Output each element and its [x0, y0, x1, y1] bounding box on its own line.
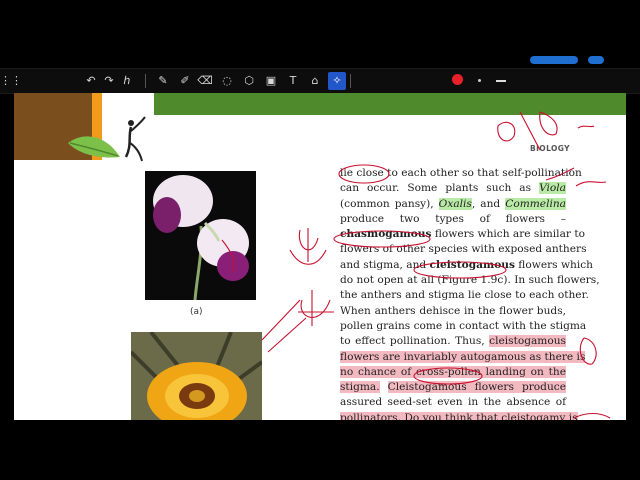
grip-icon[interactable]: ⋮⋮ [0, 72, 22, 90]
text-segment: (common pansy), [340, 197, 439, 210]
marker-icon[interactable]: ✐ [176, 72, 194, 90]
text-line: assured seed-set even in the absence of [340, 395, 566, 410]
page-tab-indicator[interactable] [530, 56, 578, 64]
redo-icon[interactable]: ↷ [100, 72, 118, 90]
figure-image-sweet-pea [145, 171, 256, 301]
toolbar-separator [145, 74, 146, 88]
text-segment: flowers of other species with exposed an… [340, 243, 587, 256]
header-green-band [154, 93, 626, 115]
text-line: to effect pollination. Thus, cleistogamo… [340, 334, 566, 349]
text-line: do not open at all (Figure 1.9c). In suc… [340, 273, 600, 288]
text-line: pollinators. Do you think that cleistoga… [340, 411, 578, 420]
image-icon[interactable]: ▣ [262, 72, 280, 90]
text-segment: flowers which [514, 258, 593, 271]
text-line: can occur. Some plants such as Viola [340, 181, 566, 196]
text-segment: the anthers and stigma lie close to each… [340, 289, 589, 302]
text-line: no chance of cross-pollen landing on the [340, 365, 566, 380]
text-segment: cleistogamous [429, 258, 515, 271]
text-segment: pollen grains come in contact with the s… [340, 319, 587, 332]
text-segment: stigma. [340, 381, 380, 394]
text-segment: , and [471, 197, 506, 210]
record-button[interactable] [452, 74, 463, 85]
text-line: and stigma, and cleistogamous flowers wh… [340, 258, 593, 273]
text-segment: flowers which are similar to [431, 228, 585, 241]
text-segment: lie close to each other so that self-pol… [340, 167, 582, 179]
handwriting-icon[interactable]: ℎ [118, 72, 136, 90]
text-segment: Viola [539, 182, 566, 195]
annotation-toolbar: ⋮⋮ ↶ ↷ ℎ ✎ ✐ ⌫ ◌ ⬡ ▣ T ⌂ ✧ [0, 68, 640, 94]
body-text[interactable]: lie close to each other so that self-pol… [340, 166, 600, 420]
textbook-page[interactable]: BIOLOGY (a) lie close to each other so t… [14, 93, 626, 420]
text-icon[interactable]: T [284, 72, 302, 90]
undo-icon[interactable]: ↶ [82, 72, 100, 90]
text-line: flowers of other species with exposed an… [340, 242, 587, 257]
text-segment: and stigma, and [340, 258, 430, 271]
text-segment: assured seed-set even in the absence of [340, 396, 566, 409]
text-segment: flowers are invariably autogamous as the… [340, 350, 586, 363]
figure-image-gazania [131, 332, 262, 420]
chapter-label: BIOLOGY [530, 144, 570, 153]
text-line: lie close to each other so that self-pol… [340, 166, 582, 181]
text-line: (common pansy), Oxalis, and Commelina [340, 197, 566, 212]
laser-icon[interactable]: ✧ [328, 72, 346, 90]
text-segment: Cleistogamous flowers produce [387, 381, 566, 394]
sticker-icon[interactable]: ⌂ [306, 72, 324, 90]
app-top-bar [0, 0, 640, 68]
pen-thickness-line[interactable] [496, 80, 506, 82]
text-segment: can occur. Some plants such as [340, 182, 540, 195]
eraser-icon[interactable]: ⌫ [196, 72, 214, 90]
figure-caption: (a) [190, 307, 203, 317]
text-segment: cleistogamous [489, 335, 566, 348]
text-segment: produce two types of flowers – [340, 212, 566, 225]
text-line: flowers are invariably autogamous as the… [340, 350, 586, 365]
lasso-icon[interactable]: ◌ [218, 72, 236, 90]
text-segment: When anthers dehisce in the flower buds, [340, 304, 566, 317]
text-line: produce two types of flowers – [340, 212, 566, 227]
text-line: stigma. Cleistogamous flowers produce [340, 380, 566, 395]
text-line: the anthers and stigma lie close to each… [340, 288, 589, 303]
text-segment: Commelina [505, 197, 566, 210]
text-line: pollen grains come in contact with the s… [340, 319, 586, 334]
shapes-icon[interactable]: ⬡ [240, 72, 258, 90]
page-tab-indicator-small[interactable] [588, 56, 604, 64]
text-segment: Oxalis [438, 197, 472, 210]
text-segment: to effect pollination. Thus, [340, 335, 490, 348]
toolbar-separator [350, 74, 351, 88]
text-line: When anthers dehisce in the flower buds, [340, 304, 566, 319]
text-segment: do not open at all (Figure 1.9c). In suc… [340, 274, 600, 287]
text-line: chasmogamous flowers which are similar t… [340, 227, 585, 242]
pen-icon[interactable]: ✎ [154, 72, 172, 90]
text-segment [380, 381, 388, 393]
pen-size-dot[interactable] [478, 79, 481, 82]
text-segment: pollinators. Do you think that cleistoga… [340, 411, 578, 420]
text-segment: chasmogamous [340, 228, 432, 241]
text-segment: no chance of cross-pollen landing on the [340, 365, 566, 378]
dancer-logo-icon [124, 116, 146, 162]
bottom-black-bar [0, 420, 640, 480]
